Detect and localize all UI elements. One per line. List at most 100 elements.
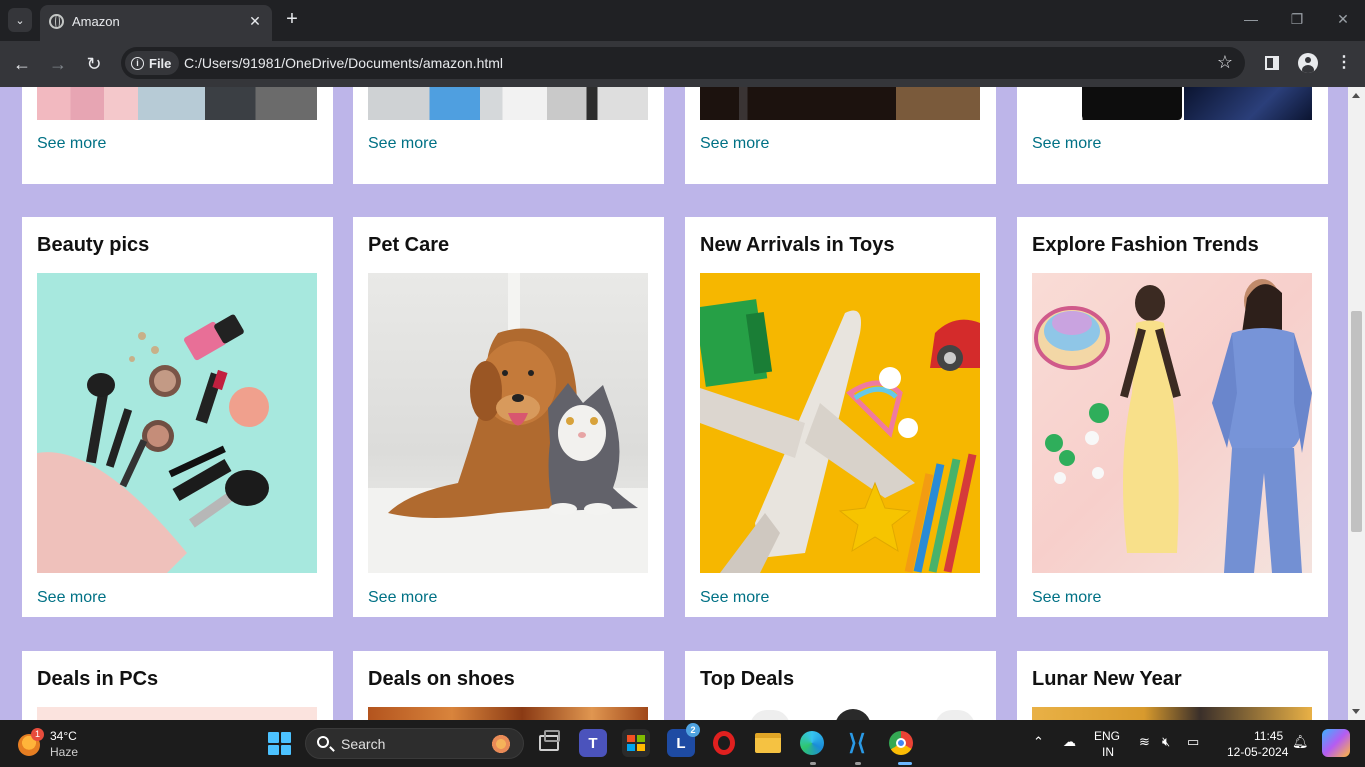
card-row1-1: See more: [22, 87, 333, 184]
chrome-icon[interactable]: [887, 729, 915, 757]
clock-date[interactable]: 12-05-2024: [1227, 745, 1288, 759]
product-image[interactable]: [368, 87, 648, 120]
task-view-icon[interactable]: [535, 729, 563, 757]
card-row1-4: See more: [1017, 87, 1328, 184]
card-row1-2: See more: [353, 87, 664, 184]
scroll-down-icon[interactable]: [1352, 709, 1360, 714]
tab-amazon[interactable]: Amazon ✕: [40, 5, 272, 41]
clock-time[interactable]: 11:45: [1254, 729, 1283, 743]
file-explorer-icon[interactable]: [754, 729, 782, 757]
language-indicator[interactable]: ENG: [1094, 729, 1120, 743]
notification-bell-icon[interactable]: 🔔︎: [1292, 734, 1309, 750]
card-beauty-pics: Beauty pics See more: [22, 217, 333, 617]
window-close-icon[interactable]: ✕: [1328, 8, 1358, 30]
card-title: New Arrivals in Toys: [700, 234, 895, 256]
product-image[interactable]: [1032, 707, 1312, 720]
search-icon: [317, 736, 329, 748]
site-info-chip[interactable]: i File: [125, 51, 180, 75]
weather-badge: 1: [31, 728, 44, 741]
card-title: Beauty pics: [37, 234, 150, 256]
tray-chevron-up-icon[interactable]: ⌃: [1033, 734, 1044, 750]
restore-icon[interactable]: ❐: [1282, 8, 1312, 30]
vscode-icon[interactable]: ⟩⟨: [843, 729, 871, 757]
card-lunar-new-year: Lunar New Year: [1017, 651, 1328, 720]
copilot-icon[interactable]: [1322, 729, 1350, 757]
windows-start-icon[interactable]: [268, 732, 291, 755]
browser-titlebar: ⌄ Amazon ✕ + — ❐ ✕: [0, 0, 1365, 41]
chip-label: File: [149, 55, 172, 71]
info-icon: i: [131, 56, 144, 70]
weather-condition: Haze: [50, 745, 79, 759]
card-title: Lunar New Year: [1032, 668, 1182, 690]
edge-icon[interactable]: [798, 729, 826, 757]
card-title: Pet Care: [368, 234, 450, 256]
see-more-link[interactable]: See more: [700, 589, 769, 607]
card-title: Deals on shoes: [368, 668, 515, 690]
card-row1-3: See more: [685, 87, 996, 184]
page-viewport: See more See more See more See more Beau…: [0, 87, 1348, 720]
back-arrow-icon[interactable]: ←: [9, 51, 35, 77]
microsoft-store-icon[interactable]: [622, 729, 650, 757]
tab-title: Amazon: [72, 14, 120, 29]
forward-arrow-icon[interactable]: →: [45, 51, 71, 77]
globe-icon: [49, 14, 64, 29]
card-top-deals: Top Deals: [685, 651, 996, 720]
wifi-icon[interactable]: ≋: [1139, 734, 1150, 750]
fashion-models-image[interactable]: [1032, 273, 1312, 573]
new-tab-button[interactable]: +: [281, 8, 303, 30]
tab-search-chevron-icon[interactable]: ⌄: [8, 8, 32, 32]
profile-icon[interactable]: [1296, 51, 1320, 75]
weather-temperature: 34°C: [50, 729, 77, 743]
toy-airplane-image[interactable]: [700, 273, 980, 573]
onedrive-icon[interactable]: ☁: [1063, 734, 1076, 750]
lens-app-icon[interactable]: L 2: [667, 723, 700, 757]
side-panel-icon[interactable]: [1260, 51, 1284, 75]
region-indicator[interactable]: IN: [1102, 745, 1114, 759]
tab-close-icon[interactable]: ✕: [246, 12, 264, 30]
scroll-up-icon[interactable]: [1352, 93, 1360, 98]
teams-icon[interactable]: T: [579, 729, 607, 757]
card-pet-care: Pet Care See more: [353, 217, 664, 617]
reload-icon[interactable]: ↻: [81, 51, 107, 77]
product-image[interactable]: [700, 707, 980, 720]
bookmark-star-icon[interactable]: ☆: [1217, 52, 1233, 73]
see-more-link[interactable]: See more: [368, 135, 437, 153]
card-new-arrivals-toys: New Arrivals in Toys See more: [685, 217, 996, 617]
dog-and-cat-image[interactable]: [368, 273, 648, 573]
product-image[interactable]: [700, 87, 980, 120]
lens-badge: 2: [686, 723, 700, 737]
more-menu-icon[interactable]: ⋮: [1332, 51, 1356, 75]
card-deals-on-shoes: Deals on shoes: [353, 651, 664, 720]
product-image[interactable]: [1032, 87, 1312, 120]
see-more-link[interactable]: See more: [1032, 589, 1101, 607]
windows-taskbar: 1 34°C Haze Search T L 2 ⟩⟨ ⌃ ☁ ENG IN ≋…: [0, 720, 1365, 767]
address-bar[interactable]: i File C:/Users/91981/OneDrive/Documents…: [121, 47, 1245, 79]
product-image[interactable]: [368, 707, 648, 720]
see-more-link[interactable]: See more: [368, 589, 437, 607]
card-deals-in-pcs: Deals in PCs: [22, 651, 333, 720]
card-title: Deals in PCs: [37, 668, 159, 690]
card-title: Explore Fashion Trends: [1032, 234, 1259, 256]
speaker-muted-icon[interactable]: 🔇︎: [1162, 734, 1170, 750]
search-highlight-icon: [489, 733, 513, 755]
cosmetics-image[interactable]: [37, 273, 317, 573]
product-image[interactable]: [37, 707, 317, 720]
page-scrollbar[interactable]: [1348, 87, 1365, 720]
browser-toolbar: ← → ↻ i File C:/Users/91981/OneDrive/Doc…: [0, 41, 1365, 87]
url-text[interactable]: C:/Users/91981/OneDrive/Documents/amazon…: [184, 55, 503, 71]
battery-icon[interactable]: ▭: [1187, 734, 1199, 750]
scroll-thumb[interactable]: [1351, 311, 1362, 532]
opera-icon[interactable]: [710, 729, 738, 757]
taskbar-search-box[interactable]: Search: [305, 728, 524, 759]
card-explore-fashion-trends: Explore Fashion Trends See more: [1017, 217, 1328, 617]
card-title: Top Deals: [700, 668, 795, 690]
minimize-icon[interactable]: —: [1236, 8, 1266, 30]
see-more-link[interactable]: See more: [37, 589, 106, 607]
product-image[interactable]: [37, 87, 317, 120]
see-more-link[interactable]: See more: [700, 135, 769, 153]
see-more-link[interactable]: See more: [37, 135, 106, 153]
weather-widget[interactable]: 1 34°C Haze: [18, 728, 98, 760]
chrome-active-indicator: [898, 762, 912, 765]
see-more-link[interactable]: See more: [1032, 135, 1101, 153]
edge-running-indicator: [810, 762, 816, 765]
